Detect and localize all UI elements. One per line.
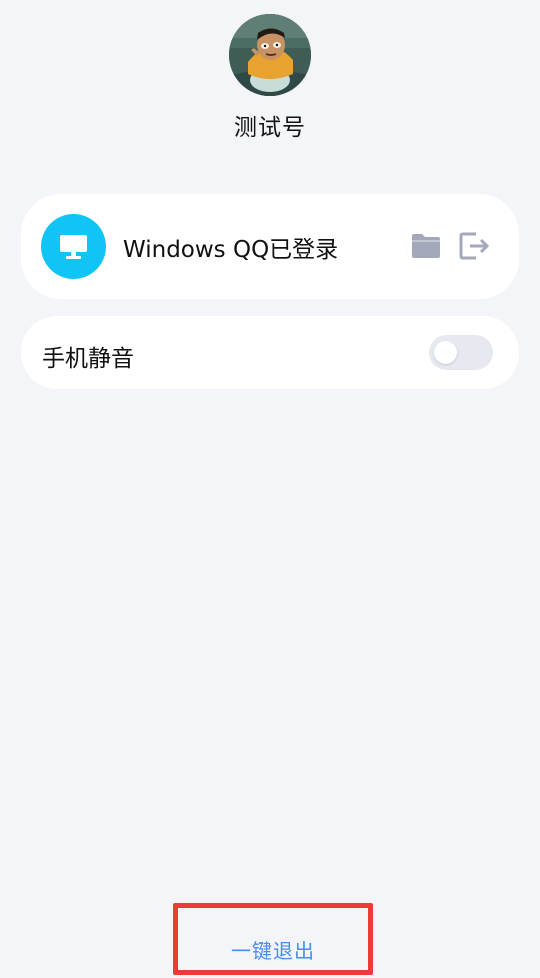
one-click-exit-button[interactable]: 一键退出 [173, 903, 373, 975]
avatar-image [229, 14, 311, 96]
desktop-monitor-icon [41, 214, 106, 279]
one-click-exit-label: 一键退出 [231, 939, 315, 963]
toggle-knob [434, 341, 457, 364]
folder-button[interactable] [411, 232, 441, 260]
logout-icon [459, 232, 490, 260]
profile-name: 测试号 [234, 115, 306, 141]
device-logout-button[interactable] [459, 231, 491, 261]
user-avatar[interactable] [229, 14, 311, 96]
phone-mute-toggle[interactable] [429, 335, 493, 370]
logged-in-device-card[interactable]: Windows QQ已登录 [21, 194, 519, 299]
phone-mute-setting: 手机静音 [21, 316, 519, 389]
phone-mute-label: 手机静音 [42, 346, 134, 372]
device-status-label: Windows QQ已登录 [123, 237, 339, 263]
folder-icon [412, 234, 440, 258]
